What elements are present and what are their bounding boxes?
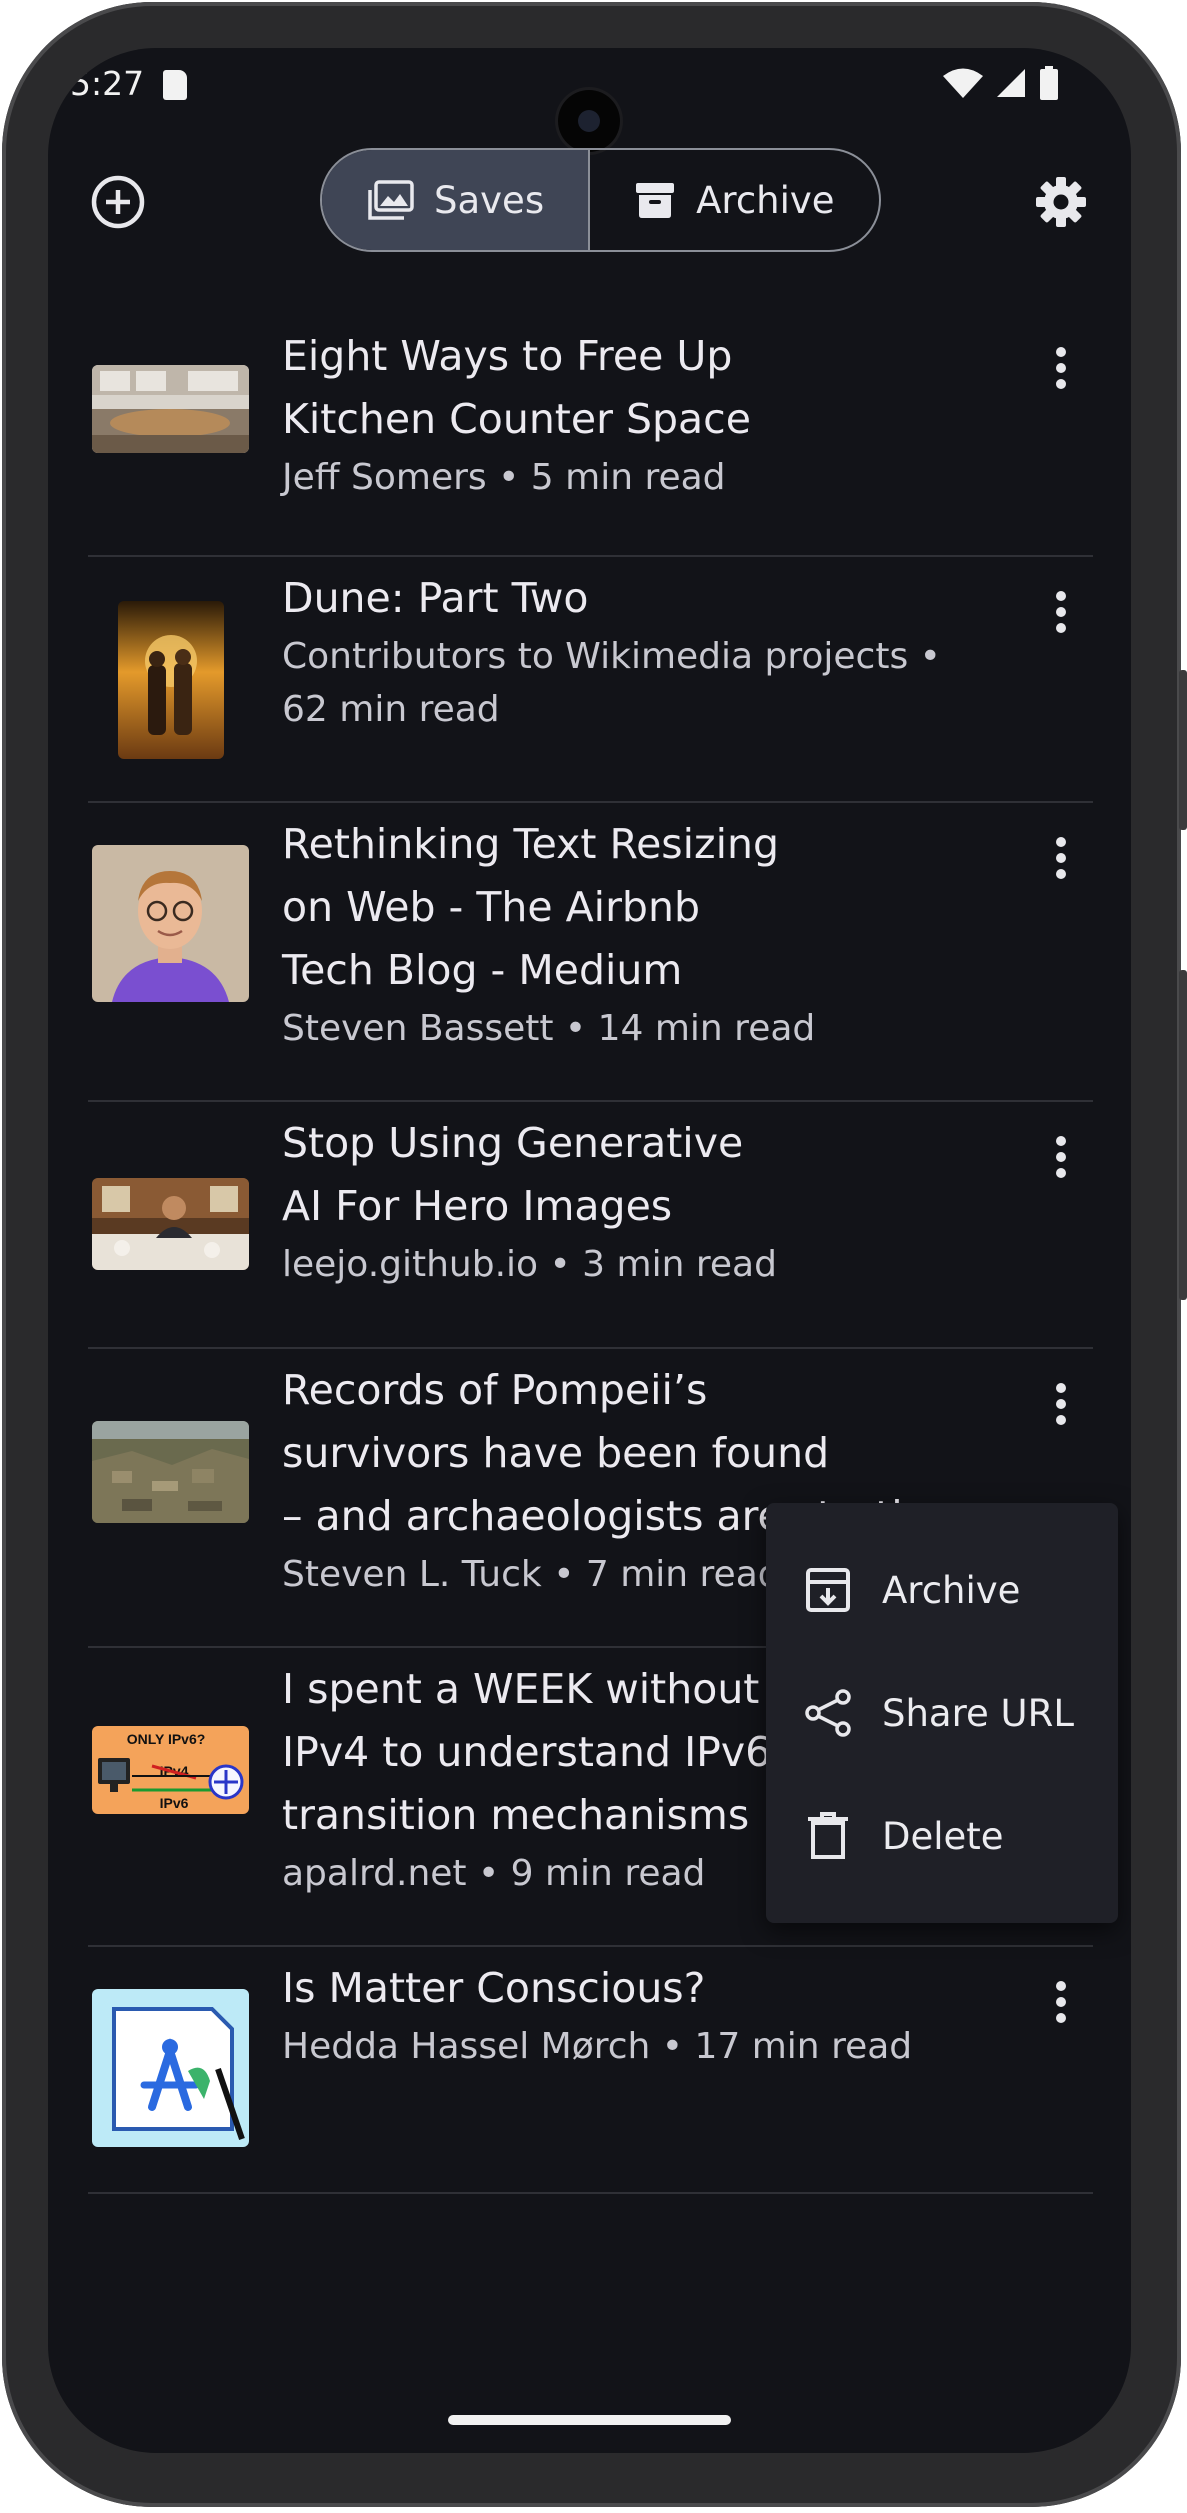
list-item[interactable]: Stop Using Generative AI For Hero Images… [88, 1102, 1093, 1349]
thumb-text-ipv6-question: ONLY IPv6? [127, 1731, 206, 1747]
more-vert-icon[interactable] [1041, 1122, 1081, 1192]
share-icon [798, 1688, 858, 1738]
power-button [1179, 670, 1187, 830]
menu-item-share-url[interactable]: Share URL [766, 1658, 1118, 1768]
gear-icon[interactable] [1031, 172, 1091, 232]
article-title: Stop Using Generative AI For Hero Images [282, 1119, 744, 1230]
list-item[interactable]: Is Matter Conscious? Hedda Hassel Mørch … [88, 1947, 1093, 2194]
tab-archive-label: Archive [696, 178, 835, 222]
status-icons [943, 66, 1059, 100]
article-thumbnail: ONLY IPv6? IPv4 IPv6 [92, 1726, 249, 1814]
more-vert-icon[interactable] [1041, 1967, 1081, 2037]
article-meta: leejo.github.io • 3 min read [282, 1244, 777, 1285]
tab-saves-label: Saves [434, 178, 545, 222]
trash-icon [798, 1811, 858, 1861]
archive-box-icon [634, 179, 676, 221]
article-context-menu: Archive Share URL Delete [766, 1503, 1118, 1923]
article-thumbnail [118, 601, 224, 759]
tab-archive[interactable]: Archive [590, 150, 878, 250]
front-camera [558, 90, 620, 152]
article-title: Dune: Part Two [282, 574, 589, 622]
image-stack-icon [366, 180, 414, 220]
menu-item-delete[interactable]: Delete [766, 1781, 1118, 1891]
article-title: Is Matter Conscious? [282, 1964, 706, 2012]
more-vert-icon[interactable] [1041, 333, 1081, 403]
saves-archive-toggle: Saves Archive [320, 148, 881, 252]
add-circle-icon[interactable] [88, 172, 148, 232]
article-meta: Contributors to Wikimedia projects • 62 … [282, 636, 941, 730]
volume-button [1179, 970, 1187, 1300]
menu-item-label: Share URL [882, 1691, 1074, 1735]
more-vert-icon[interactable] [1041, 577, 1081, 647]
article-thumbnail [92, 1178, 249, 1270]
archive-box-icon [798, 1566, 858, 1614]
list-item[interactable]: Rethinking Text Resizing on Web - The Ai… [88, 803, 1093, 1102]
article-meta: Hedda Hassel Mørch • 17 min read [282, 2026, 913, 2067]
article-title: Rethinking Text Resizing on Web - The Ai… [282, 820, 779, 994]
list-item[interactable]: Dune: Part Two Contributors to Wikimedia… [88, 557, 1093, 803]
signal-icon [995, 67, 1027, 99]
thumb-text-ipv6: IPv6 [160, 1795, 189, 1811]
article-thumbnail [92, 365, 249, 453]
gesture-navigation-bar[interactable] [448, 2415, 731, 2425]
list-item[interactable]: Eight Ways to Free Up Kitchen Counter Sp… [88, 313, 1093, 557]
article-title: Eight Ways to Free Up Kitchen Counter Sp… [282, 332, 751, 443]
more-vert-icon[interactable] [1041, 1369, 1081, 1439]
tab-saves[interactable]: Saves [322, 150, 589, 250]
top-app-bar: Saves Archive [48, 148, 1131, 258]
menu-item-label: Delete [882, 1814, 1004, 1858]
battery-icon [1039, 66, 1059, 100]
menu-item-label: Archive [882, 1568, 1021, 1612]
wifi-icon [943, 67, 983, 99]
sd-card-icon [163, 70, 187, 100]
menu-item-archive[interactable]: Archive [766, 1535, 1118, 1645]
article-thumbnail [92, 1989, 249, 2147]
article-meta: Steven Bassett • 14 min read [282, 1008, 816, 1049]
status-time: 5:27 [70, 64, 145, 103]
article-thumbnail [92, 1421, 249, 1523]
article-thumbnail [92, 845, 249, 1002]
app-screen: 5:27 Saves Archive Eight Ways to Free Up… [48, 48, 1131, 2453]
more-vert-icon[interactable] [1041, 823, 1081, 893]
article-meta: Jeff Somers • 5 min read [282, 457, 726, 498]
